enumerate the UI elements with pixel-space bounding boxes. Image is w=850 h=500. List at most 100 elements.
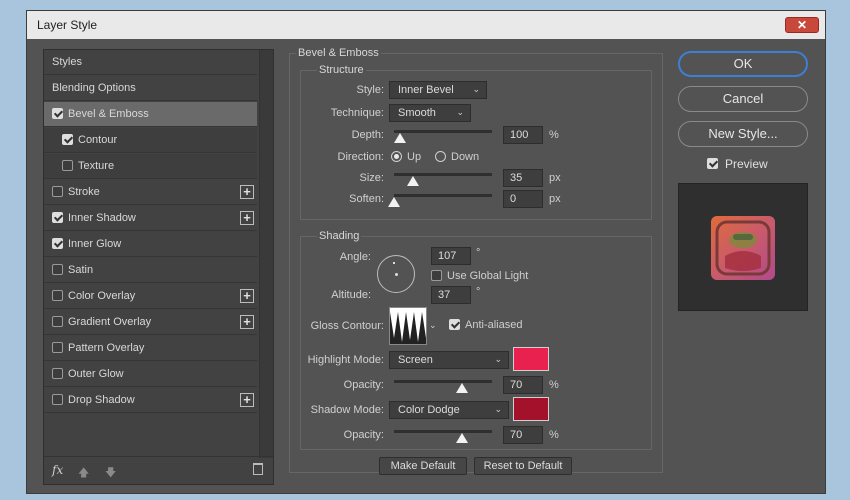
highlight-mode-select[interactable]: Screen ⌄ [389,351,509,369]
shadow-opacity-label: Opacity: [343,429,384,441]
trash-icon[interactable] [253,463,263,475]
satin-item[interactable]: Satin [44,258,257,283]
angle-degree: ° [476,247,481,259]
add-stroke-icon[interactable]: + [240,185,254,199]
stroke-checkbox[interactable] [52,186,63,197]
texture-item[interactable]: Texture [44,154,257,179]
style-label: Style: [356,84,384,96]
make-default-button[interactable]: Make Default [379,457,467,475]
new-style-button[interactable]: New Style... [678,121,808,147]
outer-glow-label: Outer Glow [68,368,124,380]
styles-item[interactable]: Styles [44,50,257,75]
altitude-input[interactable]: 37 [431,286,471,304]
bevel-emboss-item[interactable]: Bevel & Emboss [44,102,257,127]
color-overlay-checkbox[interactable] [52,290,63,301]
highlight-opacity-input[interactable]: 70 [503,376,543,394]
bevel-emboss-title: Bevel & Emboss [296,47,381,59]
angle-dial-pointer [393,262,395,264]
pattern-overlay-checkbox[interactable] [52,342,63,353]
bevel-emboss-checkbox[interactable] [52,108,63,119]
inner-shadow-label: Inner Shadow [68,212,136,224]
soften-slider-thumb[interactable] [388,197,400,207]
add-color-overlay-icon[interactable]: + [240,289,254,303]
size-input[interactable]: 35 [503,169,543,187]
inner-shadow-item[interactable]: Inner Shadow + [44,206,257,231]
chevron-down-icon: ⌄ [472,84,480,94]
drop-shadow-label: Drop Shadow [68,394,135,406]
drop-shadow-checkbox[interactable] [52,394,63,405]
highlight-color-swatch[interactable] [513,347,549,371]
inner-glow-item[interactable]: Inner Glow [44,232,257,257]
preview-label: Preview [725,157,768,171]
add-drop-shadow-icon[interactable]: + [240,393,254,407]
cancel-button[interactable]: Cancel [678,86,808,112]
gradient-overlay-item[interactable]: Gradient Overlay + [44,310,257,335]
color-overlay-label: Color Overlay [68,290,136,302]
shading-title: Shading [317,230,362,242]
soften-input[interactable]: 0 [503,190,543,208]
highlight-mode-value: Screen [398,354,433,366]
outer-glow-item[interactable]: Outer Glow [44,362,257,387]
depth-unit: % [549,129,559,141]
add-gradient-overlay-icon[interactable]: + [240,315,254,329]
texture-checkbox[interactable] [62,160,73,171]
inner-glow-checkbox[interactable] [52,238,63,249]
anti-aliased-checkbox[interactable] [449,319,460,330]
global-light-checkbox[interactable] [431,270,442,281]
angle-dial[interactable] [377,255,415,293]
satin-label: Satin [68,264,94,276]
highlight-opacity-label: Opacity: [343,379,384,391]
direction-up-radio[interactable] [391,151,402,162]
highlight-opacity-track[interactable] [394,380,492,383]
bevel-style-value: Inner Bevel [398,84,454,96]
highlight-opacity-thumb[interactable] [456,383,468,393]
size-unit: px [549,172,561,184]
styles-label: Styles [52,56,82,68]
blending-options-item[interactable]: Blending Options [44,76,257,101]
technique-select[interactable]: Smooth ⌄ [389,104,471,122]
outer-glow-checkbox[interactable] [52,368,63,379]
depth-input[interactable]: 100 [503,126,543,144]
altitude-label: Altitude: [331,289,371,301]
gloss-contour-picker[interactable] [389,307,427,345]
stroke-item[interactable]: Stroke + [44,180,257,205]
window-title: Layer Style [37,18,98,32]
structure-group: Structure Style: Inner Bevel ⌄ Technique… [300,64,652,220]
close-button[interactable]: ✕ [785,17,819,33]
drop-shadow-item[interactable]: Drop Shadow + [44,388,257,413]
size-slider-thumb[interactable] [407,176,419,186]
color-overlay-item[interactable]: Color Overlay + [44,284,257,309]
depth-slider-track[interactable] [394,130,492,133]
move-up-icon[interactable]: 🡅 [78,464,89,483]
bevel-style-select[interactable]: Inner Bevel ⌄ [389,81,487,99]
satin-checkbox[interactable] [52,264,63,275]
shadow-color-swatch[interactable] [513,397,549,421]
fx-icon[interactable]: fx [52,463,63,477]
shadow-mode-select[interactable]: Color Dodge ⌄ [389,401,509,419]
shadow-opacity-thumb[interactable] [456,433,468,443]
angle-label: Angle: [339,251,371,263]
soften-slider-track[interactable] [394,194,492,197]
angle-input[interactable]: 107 [431,247,471,265]
depth-slider-thumb[interactable] [394,133,406,143]
reset-to-default-button[interactable]: Reset to Default [474,457,572,475]
styles-list-scrollbar[interactable] [259,50,273,458]
inner-shadow-checkbox[interactable] [52,212,63,223]
shadow-opacity-input[interactable]: 70 [503,426,543,444]
angle-dial-center [395,273,398,276]
preview-checkbox[interactable] [707,158,718,169]
direction-down-radio[interactable] [435,151,446,162]
gloss-contour-label: Gloss Contour: [310,320,384,332]
move-down-icon[interactable]: 🡇 [105,464,116,483]
structure-title: Structure [317,64,366,76]
gradient-overlay-checkbox[interactable] [52,316,63,327]
contour-item[interactable]: Contour [44,128,257,153]
chevron-down-icon[interactable]: ⌄ [429,320,437,331]
altitude-degree: ° [476,286,481,298]
shadow-opacity-track[interactable] [394,430,492,433]
contour-checkbox[interactable] [62,134,73,145]
pattern-overlay-item[interactable]: Pattern Overlay [44,336,257,361]
add-inner-shadow-icon[interactable]: + [240,211,254,225]
shadow-mode-value: Color Dodge [398,404,460,416]
ok-button[interactable]: OK [678,51,808,77]
